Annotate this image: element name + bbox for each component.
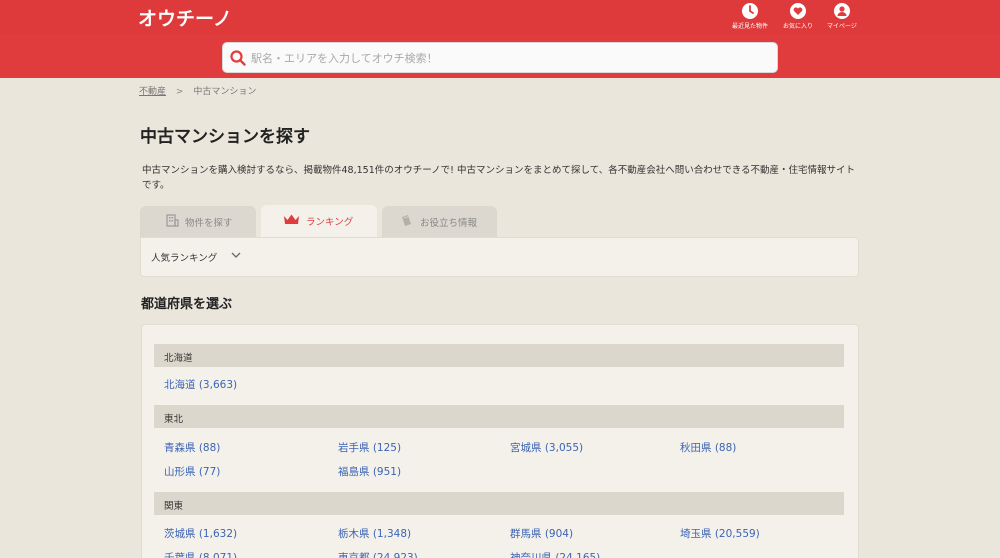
tab-useful-info[interactable]: お役立ち情報: [382, 206, 497, 238]
pref-link-hokkaido[interactable]: 北海道 (3,663): [164, 377, 237, 392]
page-title: 中古マンションを探す: [140, 127, 310, 147]
search-input[interactable]: [251, 47, 771, 69]
pref-link-kanagawa[interactable]: 神奈川県 (24,165): [510, 550, 600, 558]
crown-icon: [284, 214, 299, 224]
nav-label: 最近見た物件: [731, 23, 768, 30]
nav-mypage[interactable]: マイページ: [816, 2, 868, 32]
region-header-hokkaido: 北海道: [154, 344, 844, 367]
pref-link-ibaraki[interactable]: 茨城県 (1,632): [164, 526, 237, 541]
user-icon: [834, 3, 850, 19]
page-description: 中古マンションを購入検討するなら、掲載物件48,151件のオウチーノで! 中古マ…: [142, 165, 856, 191]
pref-link-chiba[interactable]: 千葉県 (8,071): [164, 550, 237, 558]
pref-link-fukushima[interactable]: 福島県 (951): [338, 464, 401, 479]
pref-link-aomori[interactable]: 青森県 (88): [164, 440, 220, 455]
nav-recently-viewed[interactable]: 最近見た物件: [724, 2, 776, 32]
breadcrumb-separator: >: [175, 87, 184, 97]
pref-link-gunma[interactable]: 群馬県 (904): [510, 526, 573, 541]
tab-label: 物件を探す: [185, 218, 233, 229]
book-icon: [402, 215, 411, 226]
chevron-down-icon[interactable]: [231, 250, 241, 260]
breadcrumb-home[interactable]: 不動産: [139, 87, 166, 97]
header-bar: オウチーノ 最近見た物件 お気に入り マイページ: [0, 0, 1000, 78]
region-header-tohoku: 東北: [154, 405, 844, 428]
tab-label: お役立ち情報: [420, 218, 478, 229]
pref-link-akita[interactable]: 秋田県 (88): [680, 440, 736, 455]
site-logo[interactable]: オウチーノ: [138, 4, 232, 31]
ranking-dropdown[interactable]: 人気ランキング: [151, 250, 217, 264]
tab-label: ランキング: [306, 217, 354, 228]
breadcrumb-current: 中古マンション: [193, 87, 257, 97]
region-header-kanto: 関東: [154, 492, 844, 515]
pref-link-tokyo[interactable]: 東京都 (24,923): [338, 550, 418, 558]
search-icon: [230, 50, 246, 66]
ranking-panel: 人気ランキング: [140, 237, 859, 277]
pref-link-yamagata[interactable]: 山形県 (77): [164, 464, 220, 479]
heart-icon: [790, 3, 806, 19]
pref-link-tochigi[interactable]: 栃木県 (1,348): [338, 526, 411, 541]
history-icon: [742, 3, 758, 19]
prefecture-section-title: 都道府県を選ぶ: [141, 297, 233, 312]
pref-link-saitama[interactable]: 埼玉県 (20,559): [680, 526, 760, 541]
nav-label: マイページ: [827, 23, 857, 30]
tab-search-property[interactable]: 物件を探す: [140, 206, 256, 238]
search-box: [222, 42, 778, 73]
building-icon: [166, 214, 179, 227]
tab-ranking[interactable]: ランキング: [261, 205, 377, 239]
breadcrumb: 不動産 > 中古マンション: [139, 84, 256, 97]
pref-link-miyagi[interactable]: 宮城県 (3,055): [510, 440, 583, 455]
pref-link-iwate[interactable]: 岩手県 (125): [338, 440, 401, 455]
